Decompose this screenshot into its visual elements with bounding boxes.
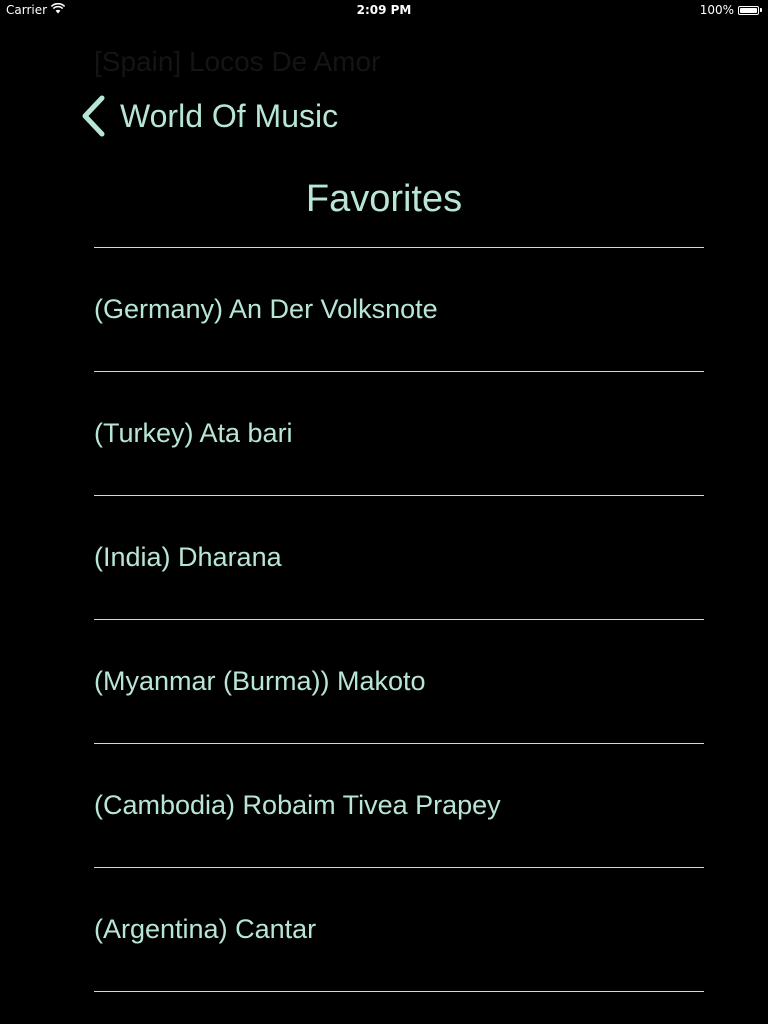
- back-button-label: World Of Music: [120, 97, 339, 134]
- list-item[interactable]: (Turkey) Ata bari: [94, 372, 704, 496]
- list-item[interactable]: (Germany) An Der Volksnote: [94, 248, 704, 372]
- list-item-label: (Cambodia) Robaim Tivea Prapey: [94, 790, 501, 820]
- favorites-list: (Germany) An Der Volksnote (Turkey) Ata …: [94, 247, 704, 992]
- status-right: 100%: [700, 3, 762, 17]
- status-time: 2:09 PM: [356, 3, 412, 17]
- status-bar: Carrier 2:09 PM 100%: [0, 0, 768, 20]
- battery-icon: [738, 5, 759, 15]
- list-item-label: (Argentina) Cantar: [94, 914, 317, 944]
- list-item-label: (India) Dharana: [94, 542, 282, 572]
- list-item[interactable]: (Argentina) Cantar: [94, 868, 704, 992]
- list-item-label: (Myanmar (Burma)) Makoto: [94, 666, 426, 696]
- back-button[interactable]: World Of Music: [80, 94, 338, 138]
- chevron-left-icon: [80, 95, 108, 137]
- battery-percent: 100%: [699, 3, 734, 17]
- battery-tip: [760, 8, 762, 12]
- list-item[interactable]: (India) Dharana: [94, 496, 704, 620]
- ghost-title: [Spain] Locos De Amor: [94, 46, 381, 77]
- page-title: Favorites: [305, 178, 463, 220]
- list-item[interactable]: (Myanmar (Burma)) Makoto: [94, 620, 704, 744]
- list-item[interactable]: (Cambodia) Robaim Tivea Prapey: [94, 744, 704, 868]
- list-item-label: (Germany) An Der Volksnote: [94, 294, 438, 324]
- list-item-label: (Turkey) Ata bari: [94, 418, 293, 448]
